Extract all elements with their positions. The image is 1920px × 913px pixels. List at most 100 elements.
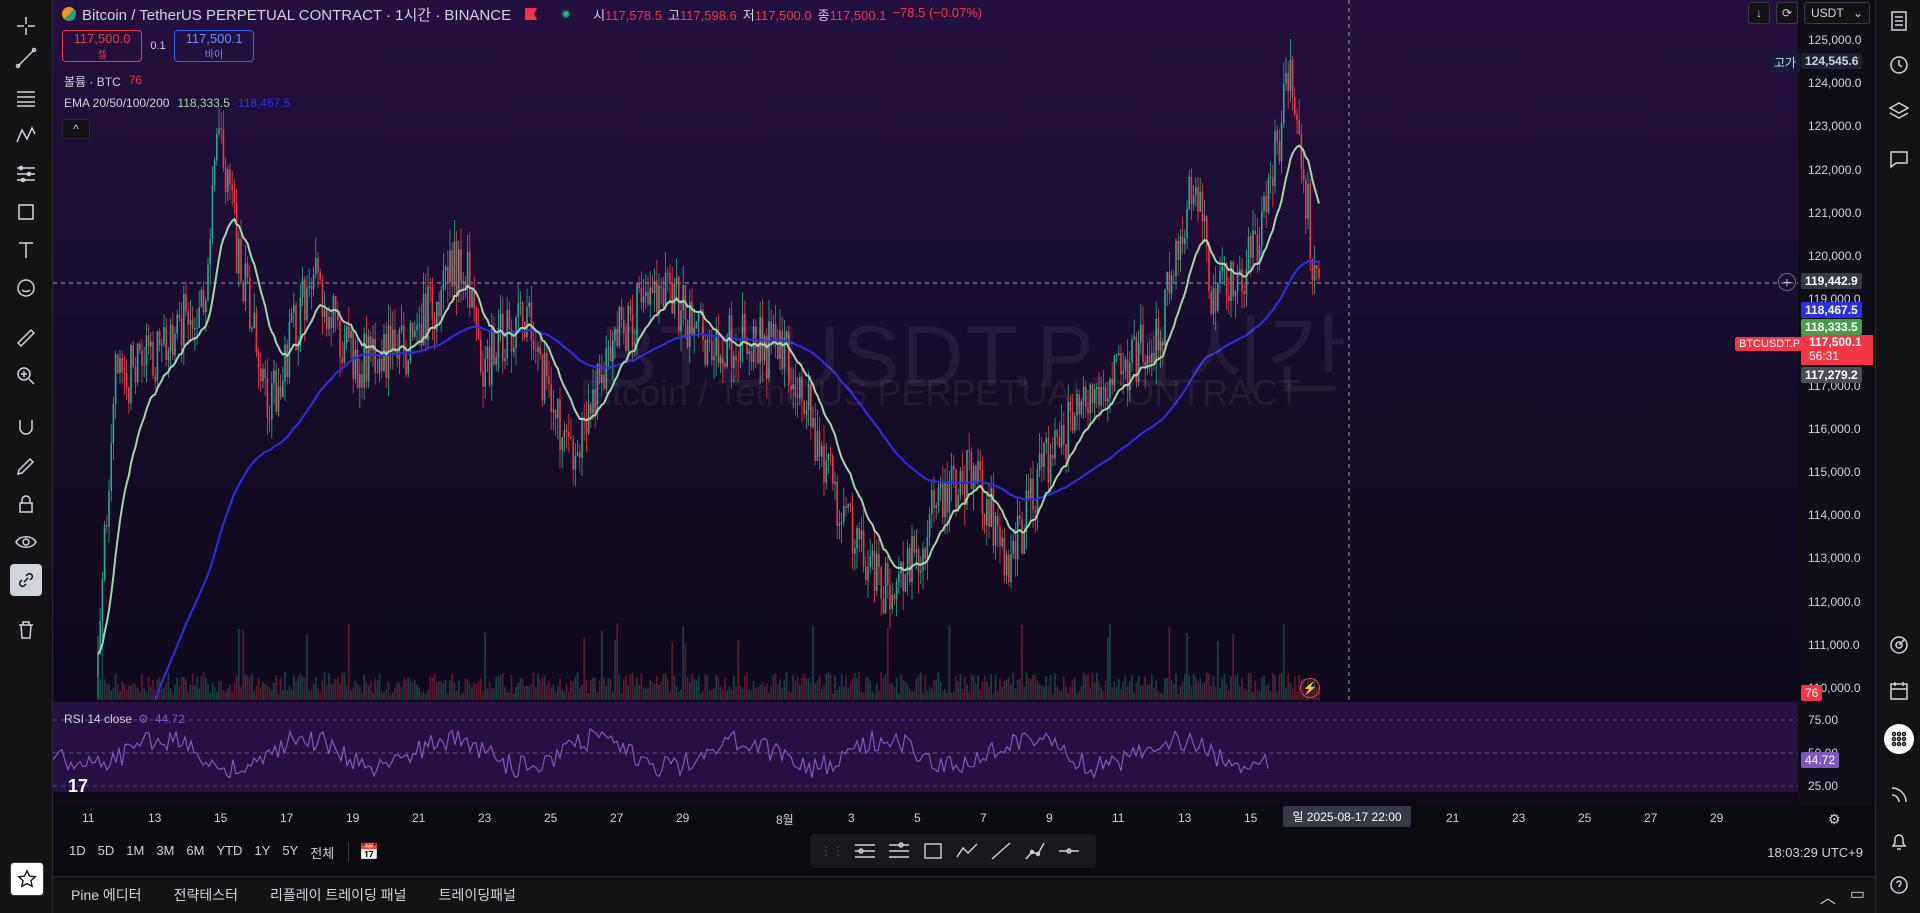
rsi-settings-icon[interactable]: ⚙	[138, 712, 149, 726]
lightning-icon[interactable]: ⚡	[1300, 678, 1320, 698]
pattern-tool[interactable]	[10, 120, 42, 152]
volume-bar	[343, 672, 346, 700]
line-icon[interactable]	[988, 840, 1014, 862]
tradingview-logo[interactable]: 17	[68, 776, 88, 797]
candle-body	[568, 431, 570, 437]
volume-bar	[295, 681, 297, 700]
market-status-icon[interactable]	[561, 9, 572, 19]
help-button[interactable]	[1884, 870, 1914, 900]
volume-bar	[161, 688, 163, 700]
time-axis[interactable]	[53, 805, 1875, 830]
tab-pine-editor[interactable]: Pine 에디터	[71, 885, 142, 905]
range-button[interactable]: 전체	[304, 843, 340, 862]
alerts-button[interactable]	[1884, 50, 1914, 80]
download-icon[interactable]: ↓	[1748, 2, 1770, 24]
hide-drawings-tool[interactable]	[10, 526, 42, 558]
screener-button[interactable]	[1884, 630, 1914, 660]
candle-body	[306, 287, 308, 321]
range-button[interactable]: 5Y	[276, 843, 304, 862]
notifications-button[interactable]	[1884, 826, 1914, 856]
volume-bar	[1203, 682, 1206, 700]
remove-drawings-tool[interactable]	[10, 614, 42, 646]
trend-line-tool[interactable]	[10, 42, 42, 74]
volume-bar	[1148, 684, 1151, 700]
favorites-button[interactable]	[10, 862, 44, 896]
stay-drawing-tool[interactable]	[10, 450, 42, 482]
tab-strategy-tester[interactable]: 전략테스터	[174, 885, 238, 905]
lock-drawings-tool[interactable]	[10, 488, 42, 520]
settings-gear-icon[interactable]: ⚙	[1828, 811, 1841, 828]
eye-icon	[15, 536, 37, 548]
candle-body	[128, 387, 130, 404]
magnet-tool[interactable]	[10, 412, 42, 444]
tab-replay-panel[interactable]: 리플레이 트레이딩 패널	[270, 885, 407, 905]
add-alert-icon[interactable]: +	[1778, 273, 1796, 291]
object-tree-button[interactable]	[1884, 96, 1914, 126]
volume-bar	[409, 679, 412, 700]
candle-body	[363, 333, 365, 388]
fib-tool[interactable]	[10, 82, 42, 114]
sync-drawings-tool[interactable]	[10, 564, 42, 596]
parallel-channel-icon[interactable]	[886, 840, 912, 862]
emoji-tool[interactable]	[10, 272, 42, 304]
calendar-button[interactable]	[1884, 676, 1914, 706]
currency-select[interactable]: USDT ⌄	[1804, 2, 1870, 24]
maximize-icon[interactable]: ▭	[1850, 884, 1865, 908]
range-button[interactable]: 5D	[92, 843, 121, 862]
volume-bar	[825, 673, 827, 700]
tab-trading-panel[interactable]: 트레이딩패널	[439, 885, 516, 905]
apps-button[interactable]	[1884, 724, 1914, 754]
rsi-legend[interactable]: RSI 14 close ⚙ 44.72	[64, 712, 185, 726]
order-quantity[interactable]: 0.1	[148, 40, 168, 52]
volume-bar	[383, 692, 385, 700]
symbol-title[interactable]: Bitcoin / TetherUS PERPETUAL CONTRACT · …	[82, 4, 511, 25]
volume-bar	[458, 680, 460, 700]
rectangle-draw-icon[interactable]	[920, 840, 946, 862]
buy-button[interactable]: 117,500.1 바이	[174, 30, 254, 62]
polyline-icon[interactable]	[954, 840, 980, 862]
crosshair-tool[interactable]	[10, 10, 42, 42]
ema-legend[interactable]: EMA 20/50/100/200 118,333.5 118,467.5	[64, 96, 290, 110]
prediction-tool[interactable]	[10, 158, 42, 190]
last-price-tag: 117,500.1 56:31	[1801, 335, 1873, 365]
calendar-icon[interactable]: 📅	[348, 842, 379, 862]
candle-body	[152, 341, 154, 376]
volume-bar	[581, 684, 583, 700]
sell-button[interactable]: 117,500.0 셀	[62, 30, 142, 62]
horizontal-ray-icon[interactable]	[1056, 840, 1082, 862]
path-icon[interactable]	[1022, 840, 1048, 862]
flag-icon[interactable]	[525, 8, 538, 20]
range-button[interactable]: YTD	[210, 843, 248, 862]
volume-bar	[438, 681, 440, 700]
range-button[interactable]: 1D	[63, 843, 92, 862]
range-button[interactable]: 1Y	[248, 843, 276, 862]
volume-bar	[594, 677, 596, 700]
chats-button[interactable]	[1884, 144, 1914, 174]
collapse-legend-button[interactable]: ^	[62, 119, 90, 139]
range-button[interactable]: 3M	[150, 843, 180, 862]
drag-handle-icon[interactable]: ⋮⋮	[820, 844, 844, 858]
volume-legend[interactable]: 볼륨 · BTC 76	[64, 73, 142, 90]
candle-body	[183, 293, 185, 346]
streams-button[interactable]	[1884, 780, 1914, 810]
range-button[interactable]: 6M	[180, 843, 210, 862]
watchlist-button[interactable]	[1884, 6, 1914, 36]
range-button[interactable]: 1M	[120, 843, 150, 862]
volume-bar	[414, 679, 416, 700]
volume-bar	[649, 679, 651, 700]
measure-tool[interactable]	[10, 322, 42, 354]
candle-body	[1274, 130, 1276, 186]
shape-tool[interactable]	[10, 196, 42, 228]
chevron-up-icon[interactable]: ︿	[1820, 884, 1836, 908]
candle-body	[354, 349, 357, 380]
volume-bar	[1135, 683, 1138, 700]
candle-body	[869, 556, 871, 567]
refresh-icon[interactable]: ⟳	[1776, 2, 1798, 24]
candle-body	[301, 279, 304, 297]
zoom-tool[interactable]	[10, 360, 42, 392]
text-tool[interactable]	[10, 234, 42, 266]
volume-bar	[766, 683, 768, 700]
candle-body	[220, 128, 222, 130]
fib-channel-icon[interactable]	[852, 840, 878, 862]
utc-clock[interactable]: 18:03:29 UTC+9	[1767, 845, 1863, 860]
